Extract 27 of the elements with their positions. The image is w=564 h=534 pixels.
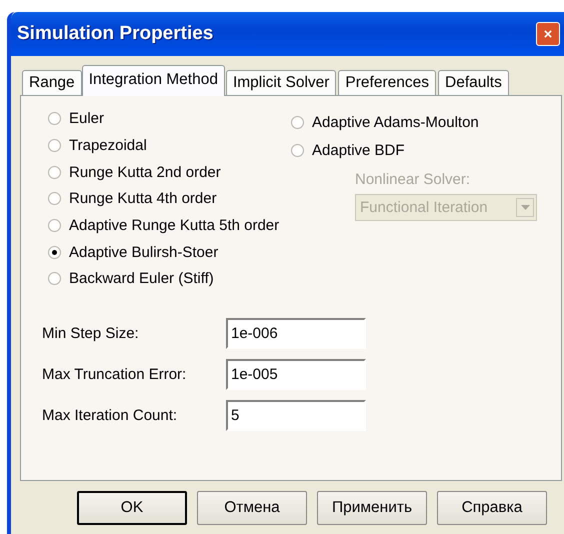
radio-option[interactable]: Runge Kutta 2nd order <box>48 161 291 184</box>
field-label: Min Step Size: <box>42 324 140 342</box>
dialog-button[interactable]: OK <box>77 491 187 525</box>
tab[interactable]: Range <box>22 70 82 96</box>
field-label: Max Truncation Error: <box>42 366 188 383</box>
radio-option[interactable]: Adaptive Adams-Moulton <box>291 112 537 134</box>
input-field[interactable]: 5 <box>226 400 366 431</box>
tab[interactable]: Preferences <box>338 70 436 96</box>
window-title: Simulation Properties <box>17 23 214 45</box>
field-label: Max Iteration Count: <box>42 406 178 424</box>
radio-option[interactable]: Runge Kutta 4th order <box>48 188 291 210</box>
radio-option[interactable]: Euler <box>48 108 291 130</box>
dialog-button[interactable]: Справка <box>437 491 547 525</box>
close-button[interactable] <box>536 22 560 46</box>
radio-option[interactable]: Adaptive Bulirsh-Stoer <box>48 241 291 264</box>
tab[interactable]: Implicit Solver <box>226 70 336 96</box>
input-field[interactable]: 1e-006 <box>226 318 366 349</box>
tab[interactable]: Integration Method <box>82 65 225 96</box>
tab[interactable]: Defaults <box>438 70 509 96</box>
field-label: Nonlinear Solver: <box>355 171 472 188</box>
radio-option[interactable]: Adaptive BDF <box>291 140 537 162</box>
dialog-button[interactable]: Применить <box>317 491 427 525</box>
radio-option[interactable]: Trapezoidal <box>48 134 291 156</box>
dialog-button[interactable]: Отмена <box>197 491 307 525</box>
radio-option[interactable]: Adaptive Runge Kutta 5th order <box>48 214 291 236</box>
input-field[interactable]: 1e-005 <box>226 358 366 390</box>
radio-option[interactable]: Backward Euler (Stiff) <box>48 268 291 290</box>
